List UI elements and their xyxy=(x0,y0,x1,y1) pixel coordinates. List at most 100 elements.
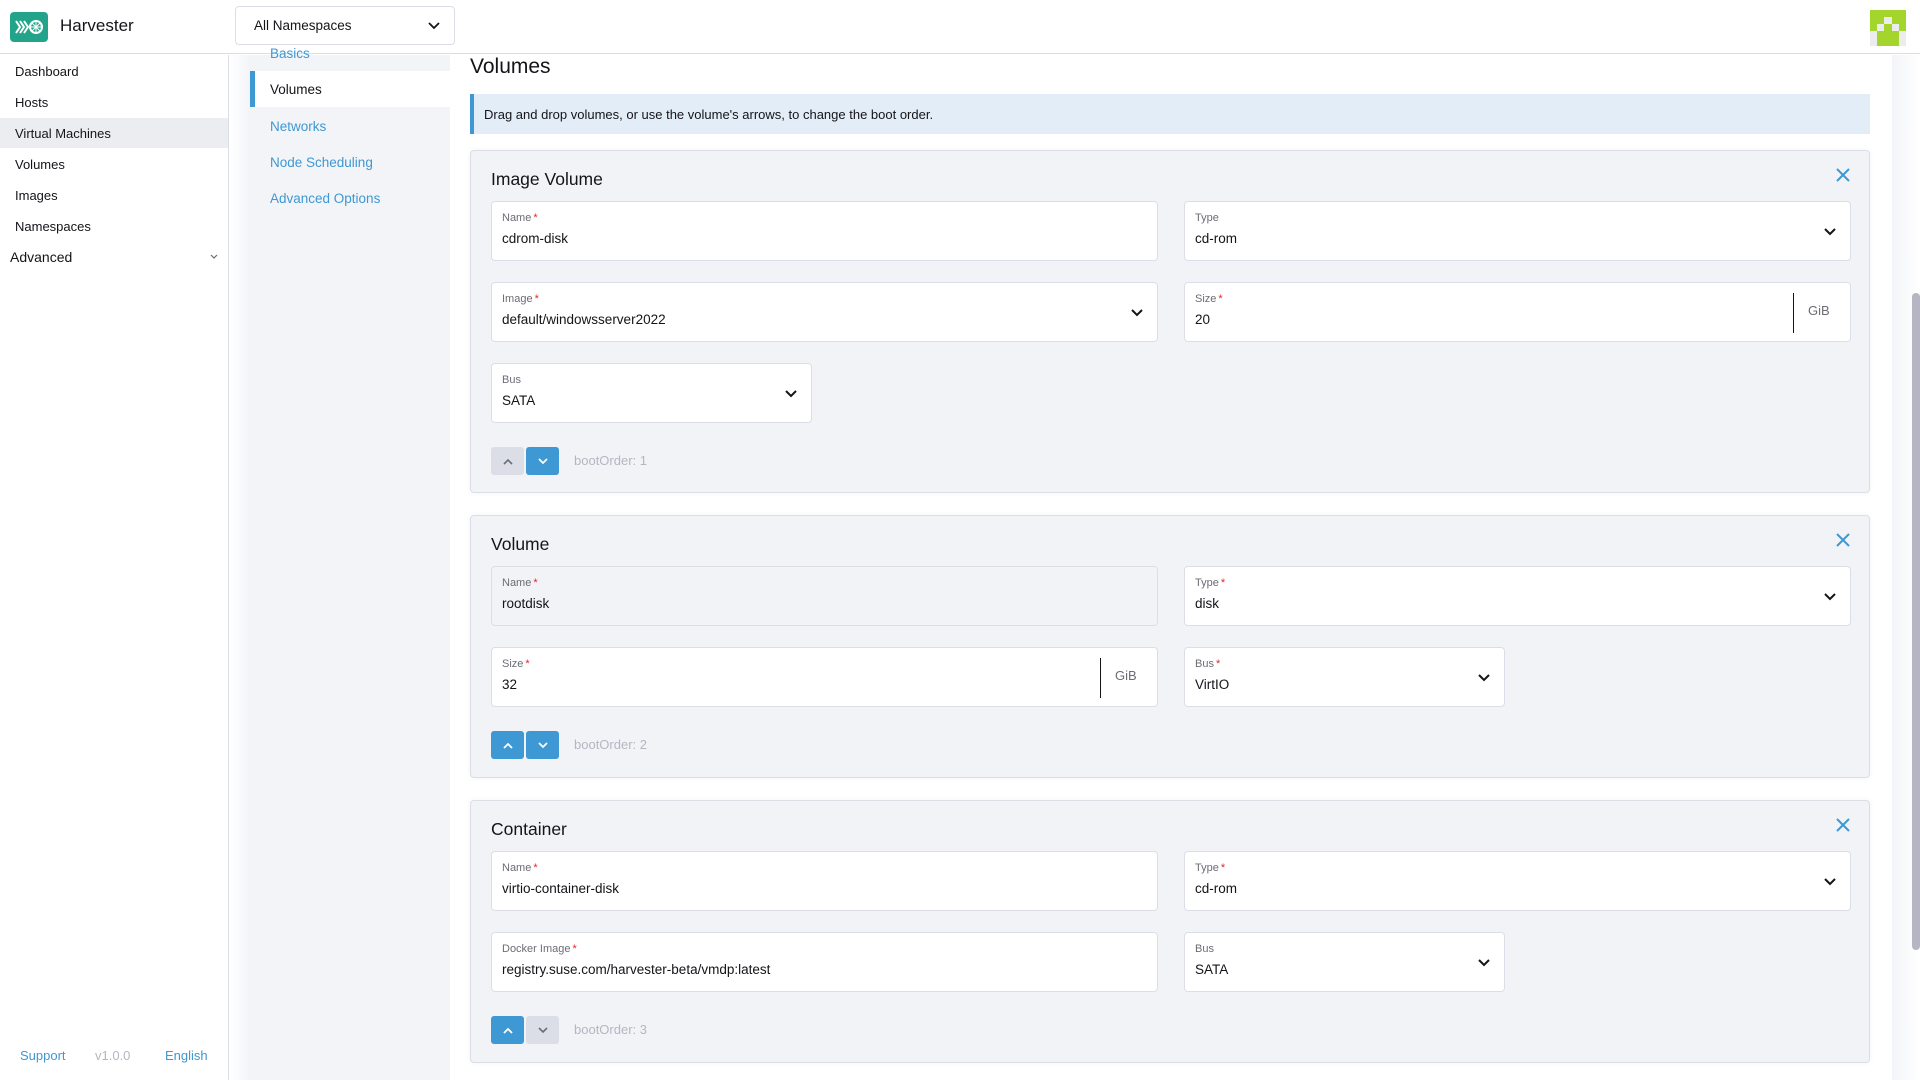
field-value: cd-rom xyxy=(1195,881,1238,896)
field-label: Bus xyxy=(1195,658,1214,670)
sidebar-footer: Support v1.0.0 English xyxy=(0,1030,228,1080)
required-marker: * xyxy=(533,577,538,589)
volume-card-image-volume[interactable]: Image Volume Name * cdrom-disk Type cd-ro… xyxy=(470,150,1870,493)
page-title: Volumes xyxy=(470,55,551,78)
image-select[interactable]: Image * default/windowsserver2022 xyxy=(491,282,1158,342)
required-marker: * xyxy=(1215,658,1221,670)
sidebar-item-hosts[interactable]: Hosts xyxy=(0,87,228,117)
card-title: Image Volume xyxy=(491,169,603,189)
tab-node-scheduling[interactable]: Node Scheduling xyxy=(250,144,450,180)
user-avatar-icon[interactable] xyxy=(1870,10,1906,46)
move-down-button[interactable] xyxy=(526,731,559,759)
size-unit: GiB xyxy=(1115,668,1137,683)
move-up-button[interactable] xyxy=(491,731,524,759)
close-icon[interactable] xyxy=(1833,165,1853,185)
field-value: virtio-container-disk xyxy=(502,881,620,896)
chevron-down-icon xyxy=(428,21,440,29)
sidebar-item-namespaces[interactable]: Namespaces xyxy=(0,211,228,241)
chevron-down-icon xyxy=(785,390,797,398)
boot-order-label: bootOrder: 3 xyxy=(574,1022,647,1037)
field-value: 32 xyxy=(502,677,518,692)
bus-select[interactable]: Bus SATA xyxy=(491,363,812,423)
move-down-button[interactable] xyxy=(526,1016,559,1044)
chevron-up-icon xyxy=(502,1027,513,1034)
move-down-button[interactable] xyxy=(526,447,559,475)
chevron-up-icon xyxy=(502,458,513,465)
namespace-select-value: All Namespaces xyxy=(254,18,352,33)
field-label: Name xyxy=(502,862,532,874)
volume-card-container[interactable]: Container Name * virtio-container-disk Ty… xyxy=(470,800,1870,1063)
name-input[interactable]: Name * virtio-container-disk xyxy=(491,851,1158,911)
top-header: Harvester All Namespaces xyxy=(0,0,1920,54)
chevron-down-icon xyxy=(1131,309,1143,317)
field-value: VirtIO xyxy=(1195,677,1230,692)
scrollbar-thumb[interactable] xyxy=(1912,293,1920,950)
sidebar-item-volumes[interactable]: Volumes xyxy=(0,149,228,179)
field-label: Type xyxy=(1195,577,1219,589)
field-value: rootdisk xyxy=(502,596,550,611)
sidebar-group-label: Advanced xyxy=(10,249,73,265)
chevron-down-icon xyxy=(537,1026,548,1033)
field-label: Docker Image xyxy=(502,943,571,955)
field-value: cdrom-disk xyxy=(502,231,569,246)
tab-advanced-options[interactable]: Advanced Options xyxy=(250,180,450,216)
tab-networks[interactable]: Networks xyxy=(250,108,450,144)
size-input[interactable]: Size * 32 GiB xyxy=(491,647,1158,707)
sidebar-item-virtual-machines[interactable]: Virtual Machines xyxy=(0,118,228,148)
close-icon[interactable] xyxy=(1833,815,1853,835)
language-select[interactable]: English xyxy=(165,1048,208,1063)
field-label: Size xyxy=(1195,293,1217,305)
required-marker: * xyxy=(533,212,538,224)
field-label: Image xyxy=(502,293,533,305)
brand-name: Harvester xyxy=(60,16,134,35)
sidebar-group-advanced[interactable]: Advanced xyxy=(0,242,228,272)
subnav-shadow xyxy=(230,55,250,1080)
chevron-down-icon xyxy=(1478,959,1490,967)
suffix-divider xyxy=(1100,658,1101,698)
type-select[interactable]: Type * disk xyxy=(1184,566,1851,626)
name-input[interactable]: Name * rootdisk xyxy=(491,566,1158,626)
sidebar-item-images[interactable]: Images xyxy=(0,180,228,210)
field-label: Name xyxy=(502,212,532,224)
required-marker: * xyxy=(572,943,577,955)
chevron-down-icon xyxy=(537,741,548,748)
volume-card-volume[interactable]: Volume Name * rootdisk Type * disk Size * 3… xyxy=(470,515,1870,778)
required-marker: * xyxy=(525,658,530,670)
required-marker: * xyxy=(534,293,539,305)
field-value: disk xyxy=(1195,596,1220,611)
chevron-down-icon xyxy=(1824,228,1836,236)
tab-volumes[interactable]: Volumes xyxy=(250,71,450,107)
info-banner: Drag and drop volumes, or use the volume… xyxy=(470,94,1870,134)
card-title: Container xyxy=(491,819,567,839)
required-marker: * xyxy=(1218,293,1223,305)
support-link[interactable]: Support xyxy=(20,1048,66,1063)
bus-select[interactable]: Bus SATA xyxy=(1184,932,1505,992)
suffix-divider xyxy=(1793,293,1794,333)
main-content: Volumes Drag and drop volumes, or use th… xyxy=(450,55,1870,1080)
field-value: cd-rom xyxy=(1195,231,1238,246)
namespace-select[interactable]: All Namespaces xyxy=(235,6,455,45)
name-input[interactable]: Name * cdrom-disk xyxy=(491,201,1158,261)
close-icon[interactable] xyxy=(1833,530,1853,550)
size-input[interactable]: Size * 20 GiB xyxy=(1184,282,1851,342)
size-unit: GiB xyxy=(1808,303,1830,318)
type-select[interactable]: Type cd-rom xyxy=(1184,201,1851,261)
docker-image-input[interactable]: Docker Image * registry.suse.com/harveste… xyxy=(491,932,1158,992)
required-marker: * xyxy=(533,862,538,874)
field-value: SATA xyxy=(1195,962,1229,977)
field-label: Bus xyxy=(502,374,521,386)
move-up-button[interactable] xyxy=(491,1016,524,1044)
field-value: registry.suse.com/harvester-beta/vmdp:la… xyxy=(502,962,771,977)
field-value: default/windowsserver2022 xyxy=(502,312,666,327)
field-label: Type xyxy=(1195,862,1219,874)
bus-select[interactable]: Bus * VirtIO xyxy=(1184,647,1505,707)
tab-basics[interactable]: Basics xyxy=(250,47,450,61)
harvester-logo-icon[interactable] xyxy=(10,12,48,42)
field-label: Size xyxy=(502,658,524,670)
sidebar-item-dashboard[interactable]: Dashboard xyxy=(0,56,228,86)
chevron-down-icon xyxy=(1824,878,1836,886)
type-select[interactable]: Type * cd-rom xyxy=(1184,851,1851,911)
chevron-down-icon xyxy=(1478,674,1490,682)
version-label: v1.0.0 xyxy=(95,1047,131,1063)
move-up-button[interactable] xyxy=(491,447,524,475)
